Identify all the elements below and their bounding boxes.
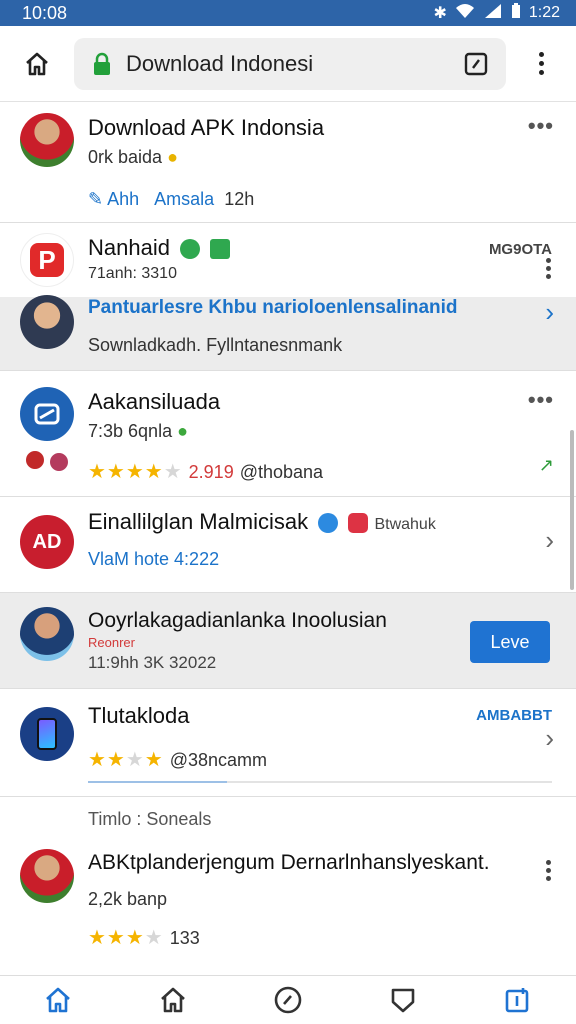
app-logo: AD xyxy=(20,515,74,569)
more-vert-icon xyxy=(538,48,544,79)
chevron-right-icon[interactable]: › xyxy=(545,723,554,754)
item-link[interactable]: VlaM hote 4:222 xyxy=(88,549,219,570)
more-horiz-icon[interactable]: ••• xyxy=(528,113,554,139)
item-subtitle: 7:3b 6qnla ● xyxy=(88,421,188,441)
item-meta[interactable]: ✎ Ahh Amsala 12h xyxy=(88,189,254,210)
chevron-right-icon[interactable]: › xyxy=(545,525,554,556)
tabs-icon[interactable] xyxy=(464,52,488,76)
shield-icon xyxy=(391,988,415,1013)
signal-icon xyxy=(483,3,503,24)
url-field[interactable]: Download Indonesi xyxy=(74,37,506,90)
avatar xyxy=(20,113,74,167)
nav-shield[interactable] xyxy=(383,980,423,1020)
scrollbar[interactable] xyxy=(570,430,574,590)
item-title[interactable]: Aakansiluada xyxy=(88,389,220,415)
item-tag: MG9OTA xyxy=(488,241,552,258)
bottom-nav xyxy=(0,975,576,1024)
status-time: 10:08 xyxy=(22,2,68,23)
item-title[interactable]: Nanhaid xyxy=(88,235,231,261)
item-subtitle: 11:9hh 3K 32022 xyxy=(88,653,217,672)
list-item[interactable]: AD Einallilglan Malmicisak Btwahuk VlaM … xyxy=(0,497,576,593)
item-title[interactable]: Einallilglan Malmicisak Btwahuk xyxy=(88,509,436,535)
section: Timlo : Soneals ABKtplanderjengum Dernar… xyxy=(0,797,576,957)
more-vert-icon[interactable] xyxy=(546,255,552,282)
action-button[interactable]: Leve xyxy=(470,621,550,663)
app-logo: P xyxy=(20,233,74,287)
avatar xyxy=(20,849,74,903)
status-bar: 10:08 ✱ 1:22 xyxy=(0,0,576,26)
list-item[interactable]: Pantuarlesre Khbu narioloenlensalinanid … xyxy=(0,295,576,371)
nav-home-secondary[interactable] xyxy=(153,980,193,1020)
home-icon xyxy=(26,52,48,75)
item-title[interactable]: ABKtplanderjengum Dernarlnhanslyeskant. xyxy=(88,851,490,875)
list-item[interactable]: Ooyrlakagadianlanka Inoolusian Reonrer 1… xyxy=(0,593,576,689)
lock-icon xyxy=(94,52,110,75)
browser-toolbar: Download Indonesi xyxy=(0,26,576,102)
nav-tabs[interactable] xyxy=(498,980,538,1020)
section-heading: Timlo : Soneals xyxy=(88,809,212,829)
badge-icon xyxy=(24,449,46,471)
status-clock: 1:22 xyxy=(528,4,560,21)
compass-icon xyxy=(274,986,302,1014)
list-item[interactable]: Aakansiluada 7:3b 6qnla ● ★★★★★ 2.919 @tho… xyxy=(0,371,576,497)
nav-home[interactable] xyxy=(38,980,78,1020)
item-subtitle: 2,2k banp xyxy=(88,889,168,909)
app-logo xyxy=(20,707,74,761)
verified-icon xyxy=(318,513,339,534)
feed: Download APK Indonsia 0rk baida ● ✎ Ahh … xyxy=(0,103,576,975)
wifi-icon xyxy=(455,3,475,24)
bluetooth-icon: ✱ xyxy=(433,5,447,22)
item-title[interactable]: Download APK Indonsia xyxy=(88,115,324,141)
item-subtitle: 0rk baida ● xyxy=(88,147,178,167)
more-vert-icon[interactable] xyxy=(546,857,552,884)
new-tab-icon xyxy=(506,988,529,1013)
home-icon xyxy=(160,987,185,1013)
list-item[interactable]: P Nanhaid 71anh: 3310 MG9OTA xyxy=(0,223,576,297)
more-button[interactable] xyxy=(506,48,576,79)
list-item[interactable]: Download APK Indonsia 0rk baida ● ✎ Ahh … xyxy=(0,103,576,223)
item-title[interactable]: Tlutakloda xyxy=(88,703,190,729)
flag-icon xyxy=(210,239,231,260)
avatar xyxy=(20,607,74,661)
pencil-icon: ✎ xyxy=(88,189,104,209)
nav-explore[interactable] xyxy=(268,980,308,1020)
list-item[interactable]: Tlutakloda AMBABBT › ★★★★ @38ncamm xyxy=(0,689,576,797)
item-subtitle: 71anh: 3310 xyxy=(88,265,177,282)
item-title[interactable]: Pantuarlesre Khbu narioloenlensalinanid xyxy=(88,297,458,319)
badge-icon xyxy=(48,451,70,473)
item-title[interactable]: Ooyrlakagadianlanka Inoolusian xyxy=(88,609,387,633)
rating-stars: ★★★★ @38ncamm xyxy=(88,749,268,771)
more-horiz-icon[interactable]: ••• xyxy=(528,387,554,413)
app-logo xyxy=(20,387,74,441)
battery-icon xyxy=(511,2,521,24)
verified-icon xyxy=(180,239,201,260)
chevron-right-icon[interactable]: › xyxy=(545,297,554,328)
avatar xyxy=(20,295,74,349)
item-subtitle: Sownladkadh. Fyllntanesnmank xyxy=(88,335,343,355)
flag-icon xyxy=(348,513,369,534)
trend-icon: ↗ xyxy=(538,455,554,475)
rating-stars: ★★★★ 133 xyxy=(88,927,200,949)
home-icon xyxy=(45,987,70,1013)
rating-stars: ★★★★★ 2.919 @thobana xyxy=(88,461,324,483)
url-text[interactable]: Download Indonesi xyxy=(126,51,450,77)
item-tag: AMBABBT xyxy=(476,707,552,724)
item-tag: Reonrer xyxy=(88,635,135,650)
home-button[interactable] xyxy=(0,50,74,78)
